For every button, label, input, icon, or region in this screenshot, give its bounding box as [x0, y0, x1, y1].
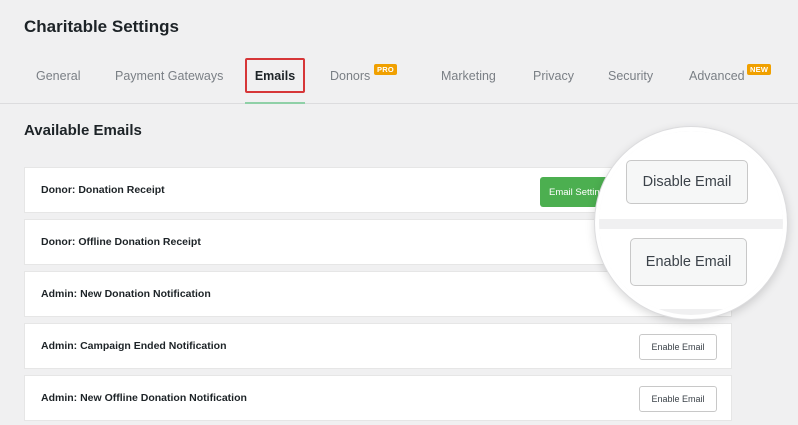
- tab-donors[interactable]: Donors PRO: [330, 64, 397, 83]
- page-title: Charitable Settings: [24, 17, 179, 36]
- active-tab-indicator: [245, 102, 305, 104]
- enable-email-label: Enable Email: [651, 342, 705, 352]
- email-name: Admin: Campaign Ended Notification: [41, 340, 227, 352]
- tab-general[interactable]: General: [36, 69, 80, 83]
- tab-emails[interactable]: Emails: [245, 58, 305, 93]
- tab-donors-label: Donors: [330, 69, 371, 83]
- tab-marketing[interactable]: Marketing: [441, 69, 496, 83]
- enable-email-label: Enable Email: [645, 254, 732, 270]
- email-row-new-offline-donation-notification: Admin: New Offline Donation Notification…: [24, 375, 732, 421]
- email-name: Admin: New Offline Donation Notification: [41, 392, 247, 404]
- tab-marketing-label: Marketing: [441, 69, 496, 83]
- disable-email-button[interactable]: Disable Email: [626, 160, 748, 204]
- email-name: Donor: Offline Donation Receipt: [41, 236, 201, 248]
- enable-email-button[interactable]: Enable Email: [639, 334, 717, 360]
- tab-general-label: General: [36, 69, 81, 83]
- enable-email-button[interactable]: Enable Email: [639, 386, 717, 412]
- tab-payment-gateways-label: Payment Gateways: [115, 69, 224, 83]
- tab-payment-gateways[interactable]: Payment Gateways: [115, 69, 223, 83]
- new-badge: NEW: [747, 64, 772, 75]
- enable-email-button[interactable]: Enable Email: [630, 238, 747, 286]
- tab-privacy-label: Privacy: [533, 69, 574, 83]
- email-row-campaign-ended-notification: Admin: Campaign Ended Notification Enabl…: [24, 323, 732, 369]
- tab-privacy[interactable]: Privacy: [533, 69, 574, 83]
- enable-email-label: Enable Email: [651, 394, 705, 404]
- disable-email-label: Disable Email: [642, 174, 732, 190]
- magnifier-callout: Disable Email Enable Email: [595, 127, 787, 319]
- tab-advanced-label: Advanced: [689, 69, 745, 83]
- pro-badge: PRO: [374, 64, 397, 75]
- tab-emails-label: Emails: [254, 68, 296, 83]
- tab-security[interactable]: Security: [608, 69, 653, 83]
- tab-security-label: Security: [608, 69, 654, 83]
- email-name: Admin: New Donation Notification: [41, 288, 211, 300]
- section-title: Available Emails: [24, 122, 142, 139]
- tab-advanced[interactable]: Advanced NEW: [689, 64, 772, 83]
- settings-tabs: General Payment Gateways Emails Donors P…: [0, 52, 798, 104]
- email-name: Donor: Donation Receipt: [41, 184, 165, 196]
